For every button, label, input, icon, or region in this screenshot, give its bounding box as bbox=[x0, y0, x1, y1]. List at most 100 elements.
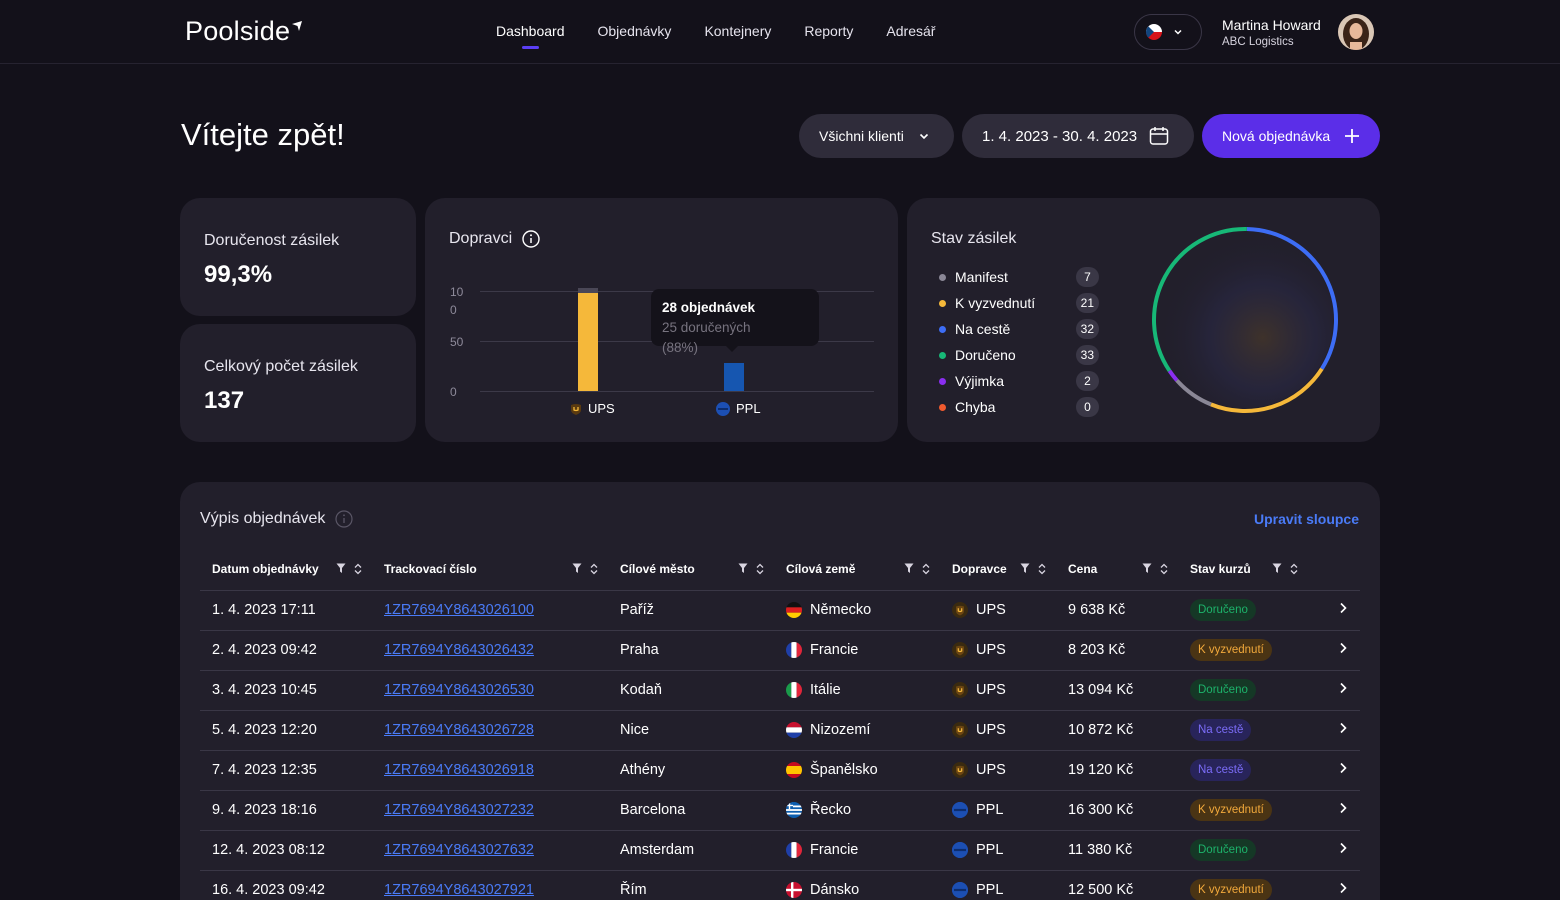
tracking-link[interactable]: 1ZR7694Y8643027921 bbox=[384, 882, 534, 898]
status-donut-chart bbox=[1152, 227, 1338, 413]
app-logo[interactable]: Poolside bbox=[185, 16, 303, 47]
column-header[interactable]: Dopravce bbox=[940, 548, 1056, 591]
table-row[interactable]: 16. 4. 2023 09:42 1ZR7694Y8643027921 Řím Dá… bbox=[200, 870, 1360, 900]
top-navigation-bar: Poolside Dashboard Objednávky Kontejnery… bbox=[0, 0, 1560, 64]
chevron-down-icon bbox=[919, 133, 928, 140]
nav-dashboard[interactable]: Dashboard bbox=[496, 23, 565, 49]
orders-title-group: Výpis objednávek bbox=[200, 510, 354, 528]
filter-icon[interactable] bbox=[336, 563, 346, 574]
sort-icon[interactable] bbox=[922, 563, 930, 575]
y-tick-label: 10 0 bbox=[450, 285, 464, 317]
kpi-card-delivery-rate: Doručenost zásilek 99,3% bbox=[180, 198, 416, 316]
table-row[interactable]: 5. 4. 2023 12:20 1ZR7694Y8643026728 Nice Ni… bbox=[200, 710, 1360, 751]
tracking-link[interactable]: 1ZR7694Y8643027632 bbox=[384, 842, 534, 858]
info-icon[interactable] bbox=[335, 510, 354, 528]
edit-columns-link[interactable]: Upravit sloupce bbox=[1254, 511, 1359, 527]
flag-it-icon bbox=[786, 682, 802, 698]
sort-icon[interactable] bbox=[354, 563, 362, 575]
column-header[interactable]: Cena bbox=[1056, 548, 1178, 591]
avatar[interactable] bbox=[1338, 14, 1374, 50]
tracking-cell: 1ZR7694Y8643027921 bbox=[372, 870, 608, 900]
status-legend-item[interactable]: Chyba 0 bbox=[939, 394, 1099, 420]
status-badge: Doručeno bbox=[1190, 839, 1256, 861]
status-legend-item[interactable]: Výjimka 2 bbox=[939, 368, 1099, 394]
status-count: 7 bbox=[1076, 267, 1099, 287]
status-legend-item[interactable]: Doručeno 33 bbox=[939, 342, 1099, 368]
tooltip-orders: 28 objednávek bbox=[662, 300, 756, 315]
chevron-right-icon[interactable] bbox=[1338, 802, 1348, 814]
carrier-cell: PPL bbox=[940, 790, 1056, 831]
column-header[interactable]: Stav kurzů bbox=[1178, 548, 1308, 591]
destination-country: Německo bbox=[810, 602, 872, 618]
carrier-name: PPL bbox=[976, 802, 1004, 818]
tracking-link[interactable]: 1ZR7694Y8643027232 bbox=[384, 802, 534, 818]
status-legend-item[interactable]: Manifest 7 bbox=[939, 264, 1099, 290]
column-header[interactable]: Cílová země bbox=[774, 548, 940, 591]
user-info[interactable]: Martina Howard ABC Logistics bbox=[1222, 17, 1321, 48]
chevron-right-icon[interactable] bbox=[1338, 602, 1348, 614]
table-row[interactable]: 2. 4. 2023 09:42 1ZR7694Y8643026432 Praha F… bbox=[200, 630, 1360, 671]
nav-address-book[interactable]: Adresář bbox=[886, 23, 935, 39]
chevron-right-icon[interactable] bbox=[1338, 642, 1348, 654]
filter-icon[interactable] bbox=[572, 563, 582, 574]
destination-country-cell: Francie bbox=[774, 630, 940, 671]
status-legend-item[interactable]: K vyzvednutí 21 bbox=[939, 290, 1099, 316]
status-legend-item[interactable]: Na cestě 32 bbox=[939, 316, 1099, 342]
sort-icon[interactable] bbox=[590, 563, 598, 575]
filter-icon[interactable] bbox=[904, 563, 914, 574]
plus-icon bbox=[1345, 129, 1360, 143]
filter-icon[interactable] bbox=[1020, 563, 1030, 574]
table-row[interactable]: 7. 4. 2023 12:35 1ZR7694Y8643026918 Athény… bbox=[200, 750, 1360, 791]
kpi-label: Doručenost zásilek bbox=[204, 232, 340, 249]
price: 12 500 Kč bbox=[1056, 870, 1178, 900]
tracking-cell: 1ZR7694Y8643027232 bbox=[372, 790, 608, 831]
tracking-link[interactable]: 1ZR7694Y8643026530 bbox=[384, 682, 534, 698]
calendar-icon bbox=[1149, 127, 1169, 145]
tracking-link[interactable]: 1ZR7694Y8643026432 bbox=[384, 642, 534, 658]
new-order-button[interactable]: Nová objednávka bbox=[1202, 114, 1380, 158]
chevron-right-icon[interactable] bbox=[1338, 842, 1348, 854]
language-selector[interactable] bbox=[1134, 14, 1202, 50]
filter-icon[interactable] bbox=[1142, 563, 1152, 574]
status-badge: K vyzvednutí bbox=[1190, 639, 1272, 661]
chart-tooltip: 28 objednávek 25 doručených (88%) bbox=[651, 289, 819, 355]
table-row[interactable]: 1. 4. 2023 17:11 1ZR7694Y8643026100 Paříž N… bbox=[200, 590, 1360, 631]
filter-icon[interactable] bbox=[738, 563, 748, 574]
tracking-link[interactable]: 1ZR7694Y8643026100 bbox=[384, 602, 534, 618]
page-title: Vítejte zpět! bbox=[181, 117, 345, 152]
table-row[interactable]: 12. 4. 2023 08:12 1ZR7694Y8643027632 Amste… bbox=[200, 830, 1360, 871]
clients-filter-dropdown[interactable]: Všichni klienti bbox=[799, 114, 954, 158]
column-header-actions bbox=[1308, 548, 1360, 591]
table-row[interactable]: 9. 4. 2023 18:16 1ZR7694Y8643027232 Barcel… bbox=[200, 790, 1360, 831]
column-header[interactable]: Datum objednávky bbox=[200, 548, 372, 591]
info-icon[interactable] bbox=[522, 230, 540, 248]
carrier-name: UPS bbox=[976, 682, 1006, 698]
tracking-link[interactable]: 1ZR7694Y8643026918 bbox=[384, 762, 534, 778]
table-row[interactable]: 3. 4. 2023 10:45 1ZR7694Y8643026530 Kodaň I… bbox=[200, 670, 1360, 711]
chevron-right-icon[interactable] bbox=[1338, 682, 1348, 694]
nav-containers[interactable]: Kontejnery bbox=[704, 23, 771, 39]
column-header[interactable]: Cílové město bbox=[608, 548, 774, 591]
nav-reports[interactable]: Reporty bbox=[804, 23, 853, 39]
carrier-cell: UPS bbox=[940, 630, 1056, 671]
filter-icon[interactable] bbox=[1272, 563, 1282, 574]
status-cell: Na cestě bbox=[1178, 710, 1308, 751]
nav-orders[interactable]: Objednávky bbox=[598, 23, 672, 39]
sort-icon[interactable] bbox=[756, 563, 764, 575]
date-range-picker[interactable]: 1. 4. 2023 - 30. 4. 2023 bbox=[962, 114, 1194, 158]
column-header[interactable]: Trackovací číslo bbox=[372, 548, 608, 591]
price: 13 094 Kč bbox=[1056, 670, 1178, 711]
sort-icon[interactable] bbox=[1290, 563, 1298, 575]
chevron-right-icon[interactable] bbox=[1338, 762, 1348, 774]
sort-icon[interactable] bbox=[1038, 563, 1046, 575]
destination-country: Dánsko bbox=[810, 882, 860, 898]
sort-icon[interactable] bbox=[1160, 563, 1168, 575]
chevron-right-icon[interactable] bbox=[1338, 882, 1348, 894]
tracking-link[interactable]: 1ZR7694Y8643026728 bbox=[384, 722, 534, 738]
user-name: Martina Howard bbox=[1222, 17, 1321, 33]
main-nav: Dashboard Objednávky Kontejnery Reporty … bbox=[496, 23, 935, 49]
bar-ups[interactable] bbox=[578, 288, 598, 391]
chevron-right-icon[interactable] bbox=[1338, 722, 1348, 734]
bar-ppl[interactable] bbox=[724, 363, 744, 391]
ups-logo-icon bbox=[952, 602, 968, 618]
